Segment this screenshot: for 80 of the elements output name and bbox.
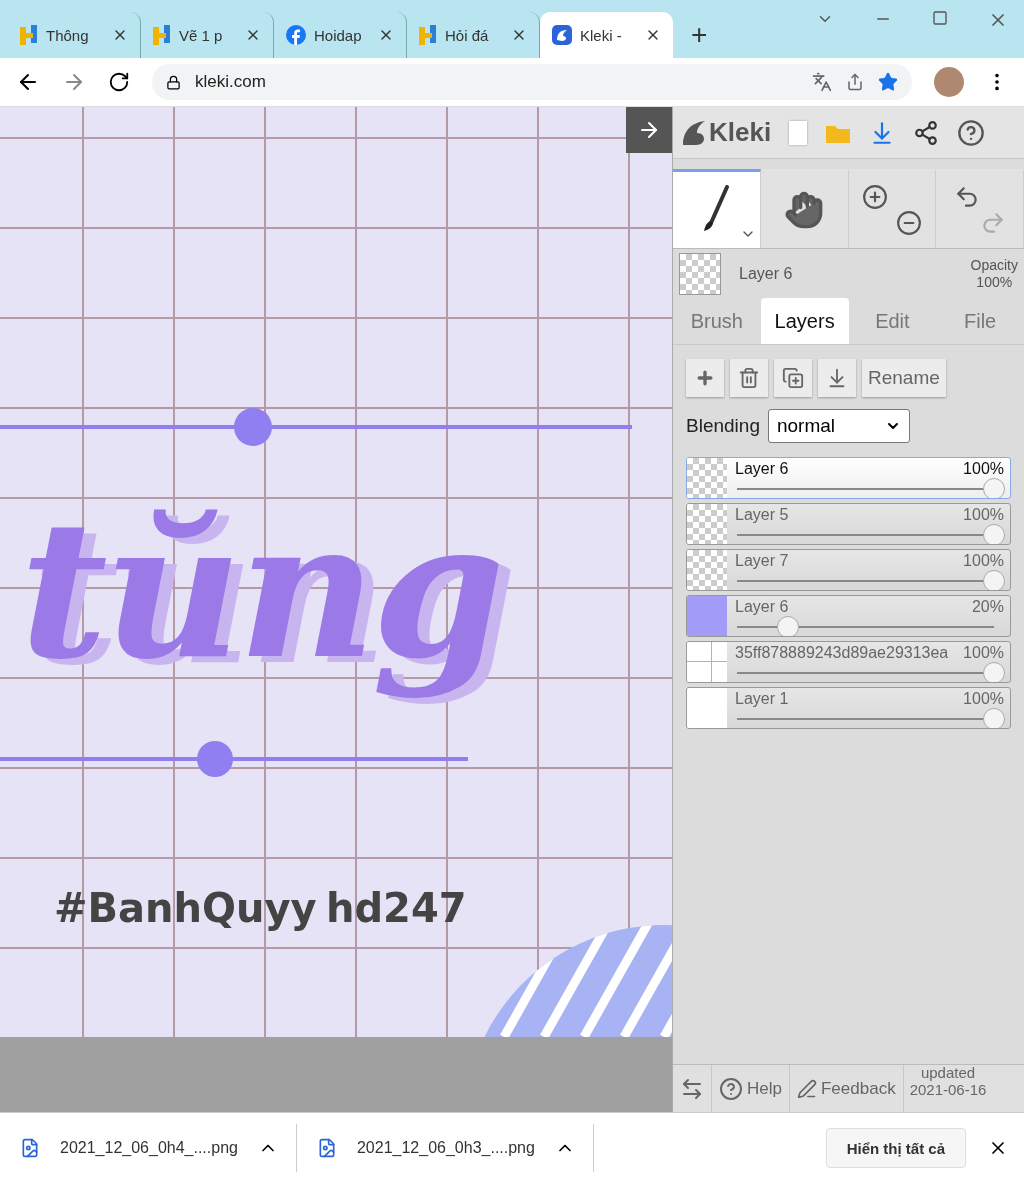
opacity-value: 100% bbox=[963, 690, 1004, 708]
opacity-slider-knob[interactable] bbox=[777, 616, 800, 636]
translate-icon[interactable] bbox=[812, 72, 832, 92]
merge-layer-button[interactable] bbox=[818, 359, 856, 397]
h-logo-icon bbox=[419, 25, 437, 45]
tool-button[interactable] bbox=[760, 169, 849, 248]
layer-item[interactable]: 35ff878889243d89ae29313ea 100% bbox=[686, 641, 1011, 683]
tool-button[interactable] bbox=[848, 169, 937, 248]
share-icon[interactable] bbox=[846, 73, 864, 91]
layer-name: Layer 7 bbox=[735, 552, 789, 570]
zoom-in-icon[interactable] bbox=[861, 184, 888, 210]
opacity-slider-knob[interactable] bbox=[983, 662, 1005, 682]
layer-thumbnail bbox=[687, 458, 727, 498]
layer-item[interactable]: Layer 6 20% bbox=[686, 595, 1011, 637]
opacity-value: 100% bbox=[963, 506, 1004, 524]
plus-icon bbox=[695, 368, 715, 388]
layer-name: Layer 6 bbox=[735, 598, 789, 616]
layer-thumbnail bbox=[687, 504, 727, 544]
pen-icon bbox=[796, 1078, 817, 1099]
duplicate-icon bbox=[782, 367, 804, 389]
add-layer-button[interactable] bbox=[686, 359, 724, 397]
new-tab-button[interactable]: + bbox=[685, 18, 714, 52]
address-bar[interactable]: kleki.com bbox=[152, 64, 912, 100]
blending-select[interactable]: normal bbox=[767, 409, 910, 443]
image-file-icon bbox=[20, 1138, 40, 1158]
delete-layer-button[interactable] bbox=[730, 359, 768, 397]
layer-item[interactable]: Layer 1 100% bbox=[686, 687, 1011, 729]
help-icon bbox=[719, 1076, 743, 1101]
panel-tab[interactable]: Layers bbox=[760, 298, 849, 344]
layer-name: Layer 5 bbox=[735, 506, 789, 524]
show-all-button[interactable]: Hiển thị tất cả bbox=[825, 1128, 966, 1168]
rename-button[interactable]: Rename bbox=[862, 359, 946, 397]
facebook-logo-icon bbox=[286, 25, 306, 45]
share-icon[interactable] bbox=[913, 119, 940, 146]
layer-thumbnail bbox=[679, 253, 721, 295]
reload-icon[interactable] bbox=[108, 71, 130, 93]
layer-item[interactable]: Layer 7 100% bbox=[686, 549, 1011, 591]
bookmark-star-icon[interactable] bbox=[878, 72, 898, 92]
opacity-value: 100% bbox=[963, 460, 1004, 478]
blending-label: Blending bbox=[686, 415, 760, 437]
layer-item[interactable]: Layer 5 100% bbox=[686, 503, 1011, 545]
swap-icon bbox=[680, 1076, 704, 1101]
download-file-name[interactable]: 2021_12_06_0h4_....png bbox=[60, 1139, 238, 1157]
trash-icon bbox=[738, 367, 760, 389]
avatar bbox=[934, 67, 964, 97]
download-file-name[interactable]: 2021_12_06_0h3_....png bbox=[356, 1139, 535, 1157]
opacity-label: Opacity 100% bbox=[970, 257, 1018, 291]
opacity-value: 100% bbox=[963, 644, 1004, 662]
layer-name: Layer 1 bbox=[735, 690, 789, 708]
zoom-out-icon[interactable] bbox=[895, 210, 922, 236]
opacity-slider-knob[interactable] bbox=[983, 570, 1005, 590]
app-logo: Kleki bbox=[681, 117, 772, 148]
h-logo-icon bbox=[153, 25, 171, 45]
opacity-value: 100% bbox=[963, 552, 1004, 570]
opacity-slider-knob[interactable] bbox=[983, 708, 1005, 728]
opacity-slider-knob[interactable] bbox=[983, 478, 1005, 498]
logo-icon bbox=[681, 118, 707, 147]
collapse-panel-button[interactable] bbox=[626, 107, 672, 153]
h-logo-icon bbox=[20, 25, 38, 45]
hand-icon bbox=[784, 190, 825, 230]
help-icon[interactable] bbox=[957, 118, 986, 147]
hashtag-text: #BanhQuyy bbox=[54, 885, 317, 931]
duplicate-layer-button[interactable] bbox=[774, 359, 812, 397]
layer-thumbnail bbox=[687, 688, 727, 728]
layer-item[interactable]: Layer 6 100% bbox=[686, 457, 1011, 499]
opacity-slider-knob[interactable] bbox=[983, 524, 1005, 544]
layer-name: Layer 6 bbox=[735, 460, 789, 478]
layer-thumbnail bbox=[687, 550, 727, 590]
lock-icon bbox=[166, 74, 181, 90]
browser-tab[interactable]: Kleki - bbox=[540, 12, 673, 58]
kleki-logo-icon bbox=[552, 25, 572, 45]
layer-name: Layer 6 bbox=[739, 265, 794, 283]
layer-thumbnail bbox=[687, 596, 727, 636]
opacity-value: 20% bbox=[971, 598, 1004, 616]
hashtag-text: hd247 bbox=[326, 885, 467, 931]
maximize-icon[interactable] bbox=[932, 10, 948, 26]
updated-date: updated 2021-06-16 bbox=[908, 1065, 988, 1100]
layer-name: 35ff878889243d89ae29313ea bbox=[735, 644, 949, 662]
layer-thumbnail bbox=[687, 642, 727, 682]
tool-button[interactable] bbox=[673, 169, 761, 248]
